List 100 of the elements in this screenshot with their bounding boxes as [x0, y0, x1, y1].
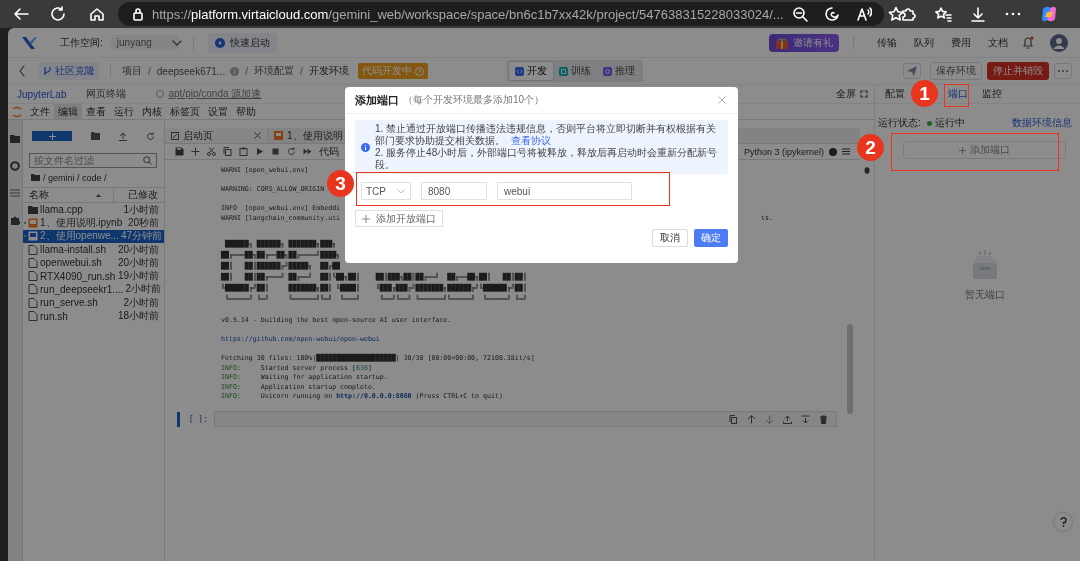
stop-icon[interactable]: [271, 147, 280, 156]
save-icon[interactable]: [175, 147, 184, 156]
mode-tab[interactable]: 推理: [597, 62, 641, 80]
nav-link[interactable]: 传输: [877, 35, 897, 50]
quick-start-button[interactable]: 快速启动: [207, 32, 277, 53]
environment-tab[interactable]: 网页终端: [84, 87, 129, 101]
info-link[interactable]: 数据环境信息: [1012, 116, 1072, 130]
confirm-button[interactable]: 确定: [694, 229, 728, 247]
download-icon[interactable]: [970, 6, 986, 22]
more-button[interactable]: [1054, 63, 1072, 79]
run-icon[interactable]: [255, 147, 264, 156]
back-icon[interactable]: [12, 6, 30, 22]
save-environment-button[interactable]: 保存环境: [930, 62, 982, 80]
send-button[interactable]: [903, 63, 921, 79]
environment-tab[interactable]: JupyterLab: [15, 88, 69, 100]
menu-item[interactable]: 帮助: [232, 104, 260, 119]
file-row[interactable]: 2、使用openwe... 47分钟前: [23, 229, 164, 243]
puzzle-icon[interactable]: [900, 6, 916, 22]
mode-tab[interactable]: 开发: [509, 62, 553, 80]
file-row[interactable]: RTX4090_run.sh 19小时前: [23, 269, 164, 283]
plus-icon[interactable]: [191, 147, 200, 156]
avatar-icon[interactable]: [1050, 33, 1068, 52]
back-chevron-icon[interactable]: [18, 65, 26, 77]
file-row[interactable]: openwebui.sh 20小时前: [23, 256, 164, 270]
arrow-up-icon[interactable]: [747, 414, 756, 424]
menu-icon[interactable]: [842, 148, 850, 155]
new-folder-icon[interactable]: [91, 132, 100, 140]
cancel-button[interactable]: 取消: [652, 229, 688, 247]
menu-item[interactable]: 查看: [82, 104, 110, 119]
menu-item[interactable]: 内核: [138, 104, 166, 119]
port-field[interactable]: 8080: [421, 182, 487, 200]
menu-item[interactable]: 文件: [26, 104, 54, 119]
scrollbar[interactable]: [847, 324, 853, 414]
file-row[interactable]: 1、使用说明.ipynb 20秒前: [23, 216, 164, 230]
notebook-tab[interactable]: 启动页: [165, 128, 268, 143]
star-icon[interactable]: [887, 6, 904, 22]
file-row[interactable]: run.sh 18小时前: [23, 309, 164, 323]
stop-destroy-button[interactable]: 停止并销毁: [987, 62, 1049, 80]
file-row[interactable]: run_serve.sh 2小时前: [23, 296, 164, 310]
read-aloud-icon[interactable]: [855, 6, 872, 22]
file-row[interactable]: run_deepseekr1.... 2小时前: [23, 282, 164, 297]
folder-icon[interactable]: [10, 134, 20, 143]
breadcrumb-item[interactable]: 环境配置: [253, 64, 294, 78]
nav-link[interactable]: 文档: [988, 35, 1008, 50]
circle-icon[interactable]: [10, 161, 20, 171]
refresh-icon[interactable]: [50, 6, 68, 22]
breadcrumb-item[interactable]: 项目: [122, 64, 142, 78]
zoom-out-icon[interactable]: [791, 6, 808, 22]
name-field[interactable]: webui: [497, 182, 632, 200]
chevron-down-icon: [171, 39, 182, 46]
restart-icon[interactable]: [287, 147, 296, 156]
file-row[interactable]: llama.cpp 1小时前: [23, 203, 164, 217]
invite-button[interactable]: 邀请有礼: [769, 33, 839, 52]
workspace-label: 工作空间:: [60, 35, 103, 50]
mode-tab[interactable]: 训练: [553, 62, 597, 80]
trash-icon[interactable]: [819, 414, 828, 424]
favorites-icon[interactable]: [934, 6, 952, 22]
assistant-logo-icon[interactable]: [1040, 5, 1058, 23]
copy-icon[interactable]: [223, 147, 232, 156]
fast-forward-icon[interactable]: [303, 147, 312, 156]
column-header[interactable]: 名称: [29, 188, 49, 202]
kernel-name[interactable]: Python 3 (ipykernel): [743, 146, 824, 157]
menu-item[interactable]: 运行: [110, 104, 138, 119]
close-icon[interactable]: [254, 132, 261, 139]
agreement-link[interactable]: 查看协议: [511, 135, 551, 146]
nav-link[interactable]: 队列: [914, 35, 934, 50]
breadcrumb-item[interactable]: deepseek671...: [156, 65, 226, 77]
app-logo-icon[interactable]: [20, 34, 38, 51]
panel-tab[interactable]: 配置: [885, 87, 905, 101]
workspace-select[interactable]: junyang: [110, 35, 179, 50]
scissors-icon[interactable]: [207, 147, 216, 156]
close-icon[interactable]: [718, 96, 726, 104]
add-open-port-button[interactable]: 添加开放端口: [355, 210, 443, 227]
panel-tab[interactable]: 监控: [982, 87, 1002, 101]
duplicate-icon[interactable]: [729, 414, 738, 424]
clipboard-icon[interactable]: [239, 147, 248, 156]
column-header[interactable]: 已修改: [114, 188, 164, 202]
file-row[interactable]: llama-install.sh 20小时前: [23, 242, 164, 257]
new-launcher-button[interactable]: [32, 131, 72, 141]
nav-link[interactable]: 费用: [951, 35, 971, 50]
cell-type-select[interactable]: 代码: [319, 144, 339, 159]
help-button[interactable]: [1054, 513, 1072, 531]
jupyter-logo-icon[interactable]: [12, 105, 22, 118]
bug-icon[interactable]: [863, 166, 871, 174]
upload-icon[interactable]: [119, 131, 127, 141]
insert-below-icon[interactable]: [801, 414, 810, 424]
fullscreen-button[interactable]: 全屏: [836, 87, 868, 101]
bell-icon[interactable]: [1022, 36, 1034, 49]
swirl-icon[interactable]: [823, 6, 840, 22]
menu-item[interactable]: 编辑: [54, 104, 82, 119]
more-icon: [1057, 69, 1069, 73]
protocol-select[interactable]: TCP: [361, 182, 411, 200]
code-cell-input[interactable]: [214, 411, 837, 427]
insert-above-icon[interactable]: [783, 414, 792, 424]
panel-tab[interactable]: 端口: [948, 87, 968, 101]
menu-item[interactable]: 设置: [204, 104, 232, 119]
folder-path[interactable]: / gemini / code /: [43, 172, 107, 183]
accelerate-link[interactable]: apt/pip/conda 源加速: [168, 87, 262, 101]
home-icon[interactable]: [88, 6, 106, 22]
menu-item[interactable]: 标签页: [166, 104, 204, 119]
